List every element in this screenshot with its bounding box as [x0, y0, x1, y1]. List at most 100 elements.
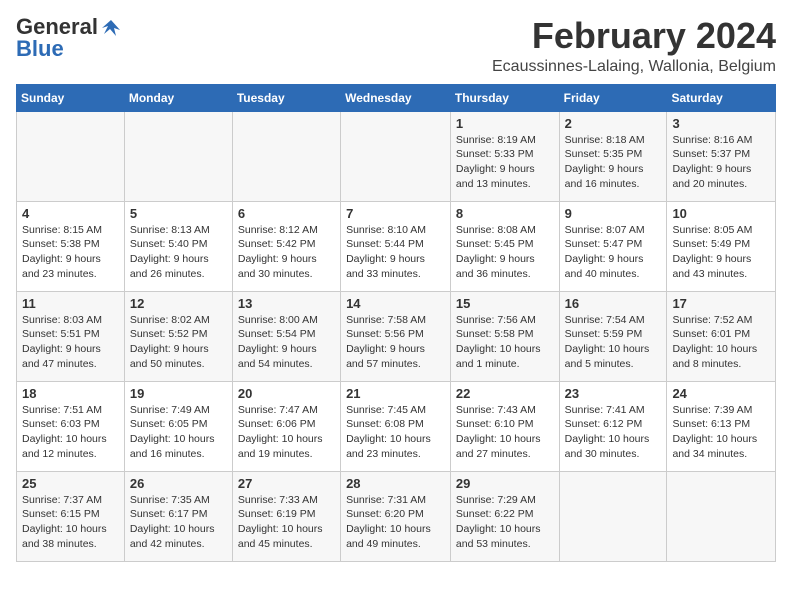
calendar-cell: 23 Sunrise: 7:41 AM Sunset: 6:12 PM Dayli…	[559, 381, 667, 471]
day-info: Sunrise: 8:15 AM Sunset: 5:38 PM Dayligh…	[22, 223, 119, 282]
day-info: Sunrise: 8:18 AM Sunset: 5:35 PM Dayligh…	[565, 133, 662, 192]
header-cell-thursday: Thursday	[450, 84, 559, 111]
day-number: 8	[456, 206, 554, 221]
day-number: 12	[130, 296, 227, 311]
day-number: 23	[565, 386, 662, 401]
day-number: 15	[456, 296, 554, 311]
day-info: Sunrise: 7:47 AM Sunset: 6:06 PM Dayligh…	[238, 403, 335, 462]
day-number: 1	[456, 116, 554, 131]
header-cell-monday: Monday	[124, 84, 232, 111]
calendar-cell: 4 Sunrise: 8:15 AM Sunset: 5:38 PM Daylig…	[17, 201, 125, 291]
calendar-cell: 7 Sunrise: 8:10 AM Sunset: 5:44 PM Daylig…	[341, 201, 451, 291]
header-cell-friday: Friday	[559, 84, 667, 111]
day-number: 3	[672, 116, 770, 131]
month-title: February 2024	[492, 16, 776, 56]
day-number: 17	[672, 296, 770, 311]
logo: General Blue	[16, 16, 122, 60]
header-cell-saturday: Saturday	[667, 84, 776, 111]
calendar-week-row: 18 Sunrise: 7:51 AM Sunset: 6:03 PM Dayli…	[17, 381, 776, 471]
day-info: Sunrise: 8:07 AM Sunset: 5:47 PM Dayligh…	[565, 223, 662, 282]
calendar-cell: 22 Sunrise: 7:43 AM Sunset: 6:10 PM Dayli…	[450, 381, 559, 471]
day-info: Sunrise: 7:58 AM Sunset: 5:56 PM Dayligh…	[346, 313, 445, 372]
day-number: 28	[346, 476, 445, 491]
day-info: Sunrise: 7:29 AM Sunset: 6:22 PM Dayligh…	[456, 493, 554, 552]
day-info: Sunrise: 7:54 AM Sunset: 5:59 PM Dayligh…	[565, 313, 662, 372]
calendar-cell: 12 Sunrise: 8:02 AM Sunset: 5:52 PM Dayli…	[124, 291, 232, 381]
day-info: Sunrise: 8:02 AM Sunset: 5:52 PM Dayligh…	[130, 313, 227, 372]
day-info: Sunrise: 7:52 AM Sunset: 6:01 PM Dayligh…	[672, 313, 770, 372]
calendar-week-row: 1 Sunrise: 8:19 AM Sunset: 5:33 PM Daylig…	[17, 111, 776, 201]
calendar-cell: 20 Sunrise: 7:47 AM Sunset: 6:06 PM Dayli…	[232, 381, 340, 471]
day-number: 6	[238, 206, 335, 221]
day-info: Sunrise: 8:00 AM Sunset: 5:54 PM Dayligh…	[238, 313, 335, 372]
day-info: Sunrise: 7:39 AM Sunset: 6:13 PM Dayligh…	[672, 403, 770, 462]
day-info: Sunrise: 8:03 AM Sunset: 5:51 PM Dayligh…	[22, 313, 119, 372]
day-info: Sunrise: 7:41 AM Sunset: 6:12 PM Dayligh…	[565, 403, 662, 462]
header-cell-tuesday: Tuesday	[232, 84, 340, 111]
day-info: Sunrise: 8:05 AM Sunset: 5:49 PM Dayligh…	[672, 223, 770, 282]
calendar-cell: 26 Sunrise: 7:35 AM Sunset: 6:17 PM Dayli…	[124, 471, 232, 561]
calendar-cell: 2Sunrise: 8:18 AM Sunset: 5:35 PM Daylig…	[559, 111, 667, 201]
day-number: 19	[130, 386, 227, 401]
day-info: Sunrise: 7:51 AM Sunset: 6:03 PM Dayligh…	[22, 403, 119, 462]
day-number: 29	[456, 476, 554, 491]
logo-general-text: General	[16, 16, 98, 38]
calendar-cell: 10 Sunrise: 8:05 AM Sunset: 5:49 PM Dayli…	[667, 201, 776, 291]
calendar-cell	[341, 111, 451, 201]
day-number: 9	[565, 206, 662, 221]
calendar-cell: 16 Sunrise: 7:54 AM Sunset: 5:59 PM Dayli…	[559, 291, 667, 381]
day-number: 7	[346, 206, 445, 221]
day-info: Sunrise: 7:33 AM Sunset: 6:19 PM Dayligh…	[238, 493, 335, 552]
calendar-cell	[559, 471, 667, 561]
day-number: 11	[22, 296, 119, 311]
day-number: 10	[672, 206, 770, 221]
header: General Blue February 2024 Ecaussinnes-L…	[16, 16, 776, 76]
day-number: 25	[22, 476, 119, 491]
calendar-cell: 11 Sunrise: 8:03 AM Sunset: 5:51 PM Dayli…	[17, 291, 125, 381]
day-info: Sunrise: 7:43 AM Sunset: 6:10 PM Dayligh…	[456, 403, 554, 462]
day-number: 22	[456, 386, 554, 401]
logo-bird-icon	[100, 16, 122, 38]
day-info: Sunrise: 7:49 AM Sunset: 6:05 PM Dayligh…	[130, 403, 227, 462]
calendar-cell: 29 Sunrise: 7:29 AM Sunset: 6:22 PM Dayli…	[450, 471, 559, 561]
day-number: 20	[238, 386, 335, 401]
header-cell-sunday: Sunday	[17, 84, 125, 111]
day-number: 16	[565, 296, 662, 311]
day-info: Sunrise: 7:35 AM Sunset: 6:17 PM Dayligh…	[130, 493, 227, 552]
calendar-cell: 18 Sunrise: 7:51 AM Sunset: 6:03 PM Dayli…	[17, 381, 125, 471]
day-number: 4	[22, 206, 119, 221]
header-cell-wednesday: Wednesday	[341, 84, 451, 111]
day-number: 18	[22, 386, 119, 401]
day-info: Sunrise: 8:10 AM Sunset: 5:44 PM Dayligh…	[346, 223, 445, 282]
day-number: 21	[346, 386, 445, 401]
calendar-cell: 24 Sunrise: 7:39 AM Sunset: 6:13 PM Dayli…	[667, 381, 776, 471]
logo-blue-text: Blue	[16, 38, 64, 60]
day-info: Sunrise: 7:56 AM Sunset: 5:58 PM Dayligh…	[456, 313, 554, 372]
calendar-cell: 1 Sunrise: 8:19 AM Sunset: 5:33 PM Daylig…	[450, 111, 559, 201]
calendar-cell: 8Sunrise: 8:08 AM Sunset: 5:45 PM Daylig…	[450, 201, 559, 291]
calendar-cell	[667, 471, 776, 561]
day-number: 24	[672, 386, 770, 401]
calendar-cell: 19 Sunrise: 7:49 AM Sunset: 6:05 PM Dayli…	[124, 381, 232, 471]
calendar-cell: 15 Sunrise: 7:56 AM Sunset: 5:58 PM Dayli…	[450, 291, 559, 381]
day-number: 26	[130, 476, 227, 491]
calendar-cell: 6Sunrise: 8:12 AM Sunset: 5:42 PM Daylig…	[232, 201, 340, 291]
calendar-header-row: SundayMondayTuesdayWednesdayThursdayFrid…	[17, 84, 776, 111]
calendar-cell: 27Sunrise: 7:33 AM Sunset: 6:19 PM Dayli…	[232, 471, 340, 561]
calendar-cell	[17, 111, 125, 201]
calendar-cell: 5Sunrise: 8:13 AM Sunset: 5:40 PM Daylig…	[124, 201, 232, 291]
calendar-week-row: 4 Sunrise: 8:15 AM Sunset: 5:38 PM Daylig…	[17, 201, 776, 291]
calendar-cell: 21 Sunrise: 7:45 AM Sunset: 6:08 PM Dayli…	[341, 381, 451, 471]
day-number: 14	[346, 296, 445, 311]
day-info: Sunrise: 7:37 AM Sunset: 6:15 PM Dayligh…	[22, 493, 119, 552]
day-info: Sunrise: 8:19 AM Sunset: 5:33 PM Dayligh…	[456, 133, 554, 192]
title-area: February 2024 Ecaussinnes-Lalaing, Wallo…	[492, 16, 776, 76]
day-info: Sunrise: 7:45 AM Sunset: 6:08 PM Dayligh…	[346, 403, 445, 462]
day-number: 5	[130, 206, 227, 221]
calendar-cell: 28Sunrise: 7:31 AM Sunset: 6:20 PM Dayli…	[341, 471, 451, 561]
calendar-cell	[232, 111, 340, 201]
day-info: Sunrise: 8:16 AM Sunset: 5:37 PM Dayligh…	[672, 133, 770, 192]
day-number: 13	[238, 296, 335, 311]
calendar-cell: 9 Sunrise: 8:07 AM Sunset: 5:47 PM Daylig…	[559, 201, 667, 291]
calendar-cell: 14 Sunrise: 7:58 AM Sunset: 5:56 PM Dayli…	[341, 291, 451, 381]
